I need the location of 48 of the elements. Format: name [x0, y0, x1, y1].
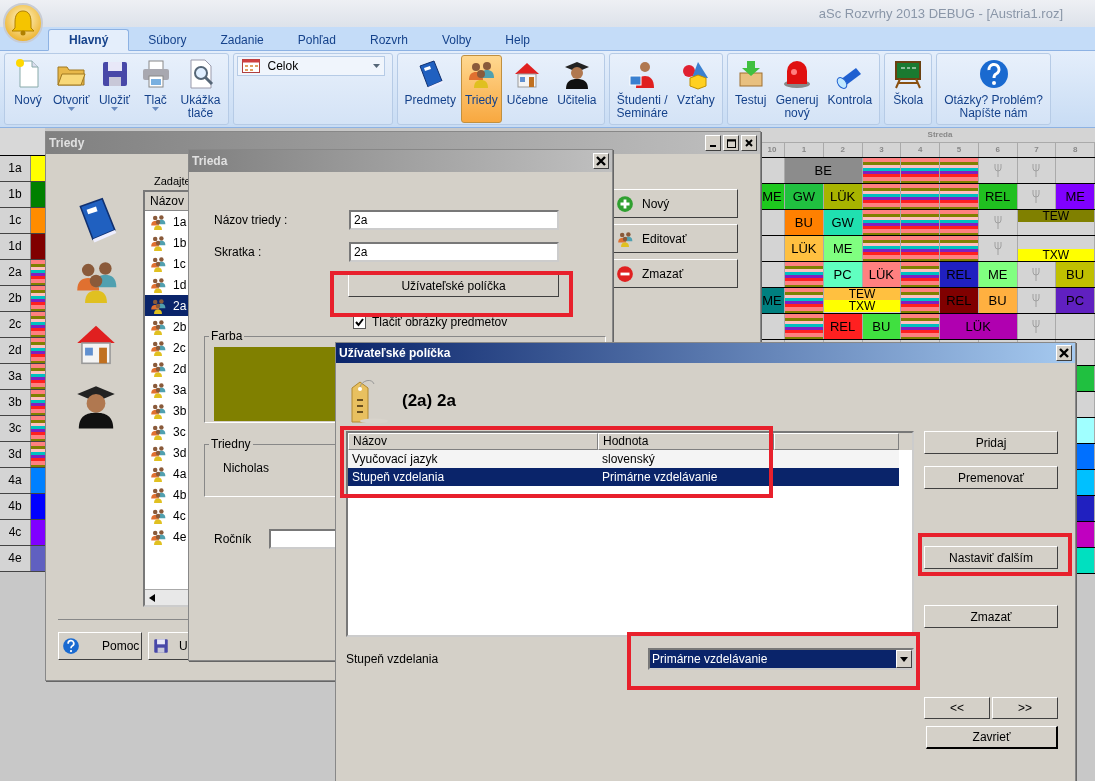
checkbox-label: Tlačiť obrázky predmetov — [372, 315, 508, 329]
group-label: Triedny — [210, 437, 252, 451]
lesson-cell: REL — [823, 314, 863, 339]
lesson-cell: BU — [785, 210, 824, 235]
day-header: Streda — [927, 129, 953, 141]
field-label: Skratka : — [214, 245, 263, 259]
lesson-cell: ME — [760, 288, 785, 313]
lesson-cell: LÜK — [940, 314, 1018, 339]
field-label: Názov triedy : — [214, 213, 289, 227]
lesson-cell: TEW — [1017, 210, 1094, 222]
lesson-cell: ME — [823, 236, 863, 261]
lesson-cell: BE — [785, 158, 863, 183]
dialog-title: Užívateľské políčka — [339, 346, 451, 360]
lesson-cell: LÜK — [823, 184, 863, 209]
dialog-title: Triedy — [49, 136, 85, 150]
period-number: 8 — [1056, 143, 1095, 157]
lesson-cell: REL — [940, 288, 979, 313]
record-heading: (2a) 2a — [402, 391, 456, 411]
lesson-cell: REL — [978, 184, 1018, 209]
dialog-title: Trieda — [192, 154, 228, 168]
field-label: Ročník — [214, 532, 253, 546]
period-number: 1 — [785, 143, 824, 157]
period-number: 4 — [901, 143, 940, 157]
lesson-cell: REL — [940, 262, 979, 287]
lesson-cell: TXW — [1017, 249, 1094, 261]
lesson-cell: PC — [1056, 288, 1095, 313]
lesson-cell: BU — [862, 314, 902, 339]
window-title: aSc Rozvrhy 2013 DEBUG - [Austria1.roz] — [818, 6, 1063, 21]
lesson-cell: ME — [1056, 184, 1095, 209]
lesson-cell: TEW — [823, 288, 901, 300]
teacher-name: Nicholas — [223, 461, 270, 475]
period-number: 6 — [978, 143, 1018, 157]
lesson-cell: ME — [760, 184, 785, 209]
period-number: 2 — [823, 143, 863, 157]
period-number: 5 — [940, 143, 979, 157]
group-label: Farba — [210, 329, 244, 343]
lesson-cell: TXW — [823, 300, 901, 312]
field-label: Stupeň vzdelania — [346, 652, 439, 666]
lesson-cell: BU — [978, 288, 1018, 313]
lesson-cell: ME — [978, 262, 1018, 287]
lesson-cell: BU — [1056, 262, 1095, 287]
lesson-cell: PC — [823, 262, 863, 287]
lesson-cell: LÜK — [785, 236, 824, 261]
lesson-cell: GW — [823, 210, 863, 235]
lesson-cell: LÜK — [862, 262, 902, 287]
period-number: 7 — [1017, 143, 1057, 157]
period-number: 3 — [862, 143, 902, 157]
lesson-cell: GW — [785, 184, 824, 209]
